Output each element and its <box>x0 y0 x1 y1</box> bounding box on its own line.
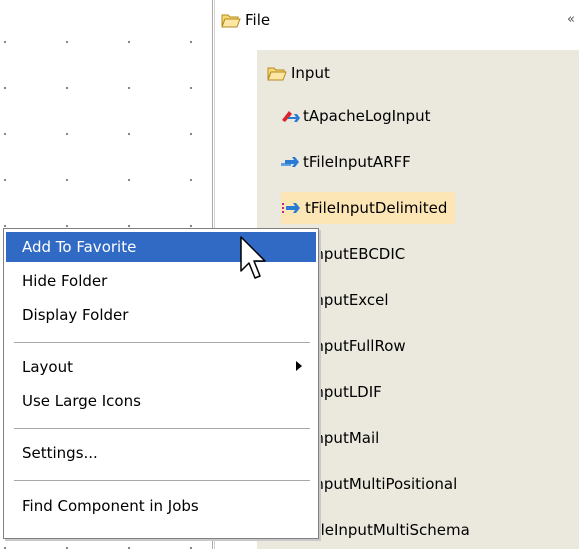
open-folder-icon <box>221 12 241 28</box>
menu-separator <box>14 480 310 481</box>
menu-separator <box>14 428 310 429</box>
palette-folder-file[interactable]: File « <box>215 0 579 40</box>
menu-item-label: Find Component in Jobs <box>22 497 199 515</box>
file-input-arff-icon <box>279 154 301 170</box>
component-label: tFileInputMultiSchema <box>303 521 470 539</box>
menu-item-label: Settings... <box>22 444 98 462</box>
open-folder-icon <box>267 65 287 81</box>
file-input-delimited-icon <box>281 200 303 216</box>
component-item-selected[interactable]: tFileInputDelimited <box>281 192 456 224</box>
menu-item-label: Display Folder <box>22 306 129 324</box>
component-label: tFileInputDelimited <box>305 199 448 217</box>
palette-folder-input[interactable]: Input <box>257 50 579 96</box>
submenu-arrow-icon <box>296 361 302 371</box>
menu-item-label: Use Large Icons <box>22 392 141 410</box>
folder-label-file: File <box>245 11 271 29</box>
menu-separator <box>14 342 310 343</box>
menu-item-layout[interactable]: Layout <box>6 352 316 382</box>
menu-item-use-large-icons[interactable]: Use Large Icons <box>6 386 316 416</box>
menu-item-label: Layout <box>22 358 73 376</box>
mouse-pointer-icon <box>240 236 270 288</box>
menu-item-find-component-in-jobs[interactable]: Find Component in Jobs <box>6 491 316 521</box>
menu-item-display-folder[interactable]: Display Folder <box>6 300 316 330</box>
component-item[interactable]: tApacheLogInput <box>279 100 438 132</box>
component-item[interactable]: tFileInputARFF <box>279 146 419 178</box>
component-label: tFileInputARFF <box>303 153 411 171</box>
folder-label-input: Input <box>291 64 330 82</box>
component-label: tApacheLogInput <box>303 107 431 125</box>
apache-log-input-icon <box>279 108 301 124</box>
menu-item-settings[interactable]: Settings... <box>6 438 316 468</box>
collapse-all-icon[interactable]: « <box>567 12 575 27</box>
context-menu: Add To Favorite Hide Folder Display Fold… <box>3 228 319 539</box>
menu-item-label: Hide Folder <box>22 272 108 290</box>
menu-item-label: Add To Favorite <box>22 238 137 256</box>
